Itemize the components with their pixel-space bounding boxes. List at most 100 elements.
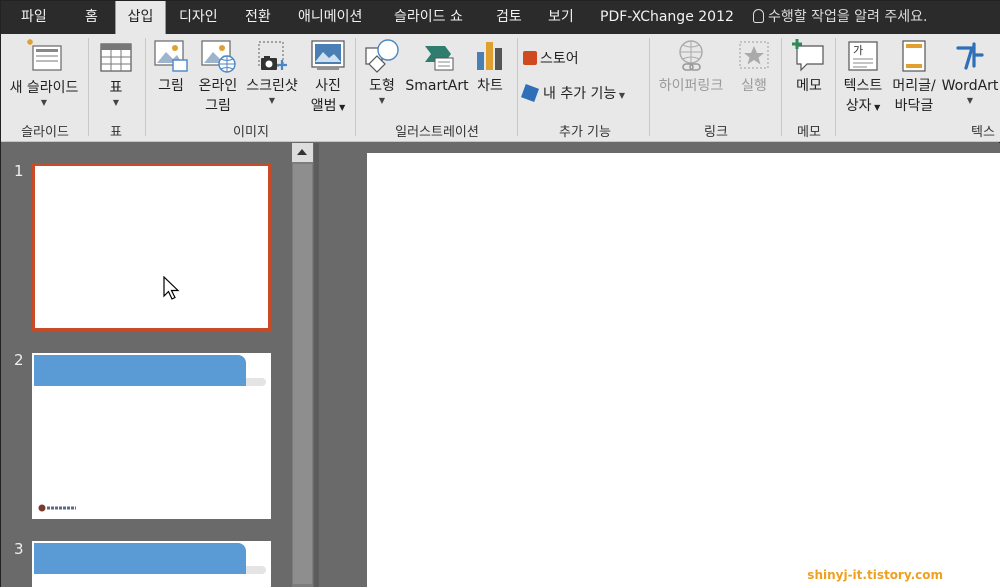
group-label-comments: 메모 [797, 125, 821, 140]
picture-button[interactable]: 그림 [151, 38, 191, 96]
online-picture-label-line2: 그림 [205, 98, 231, 114]
tab-animations[interactable]: 애니메이션 [298, 1, 362, 34]
group-label-table: 표 [110, 125, 122, 140]
slide-title-shadow [244, 566, 266, 574]
group-divider [145, 38, 146, 136]
screenshot-label: 스크린샷 [246, 78, 298, 94]
tab-insert[interactable]: 삽입 [115, 1, 166, 34]
online-picture-button[interactable]: 온라인 그림 [194, 38, 242, 116]
comment-label: 메모 [796, 78, 822, 94]
group-label-images: 이미지 [233, 125, 269, 140]
photo-album-icon [311, 40, 345, 70]
mouse-cursor-icon [163, 276, 180, 300]
screenshot-button[interactable]: 스크린샷 ▼ [242, 38, 302, 106]
shapes-icon [365, 39, 399, 73]
chevron-down-icon: ▼ [378, 96, 386, 105]
chevron-down-icon: ▼ [966, 96, 974, 105]
picture-label: 그림 [158, 78, 184, 94]
smartart-label: SmartArt [405, 78, 469, 94]
comment-icon [792, 39, 824, 72]
chevron-down-icon: ▼ [112, 98, 120, 107]
screenshot-icon [258, 41, 287, 70]
header-footer-label-line1: 머리글/ [892, 78, 936, 94]
online-picture-icon [201, 40, 236, 73]
smartart-icon [425, 46, 454, 71]
watermark-text: shinyj-it.tistory.com [807, 568, 943, 582]
current-slide[interactable] [367, 153, 1000, 587]
tell-me-box[interactable]: 수행할 작업을 알려 주세요. [753, 1, 927, 34]
group-label-links: 링크 [704, 125, 728, 140]
header-footer-label-line2: 바닥글 [894, 98, 934, 114]
slide-number: 1 [14, 162, 24, 180]
store-icon [523, 51, 537, 65]
group-divider [835, 38, 836, 136]
photo-album-button[interactable]: 사진 앨범 ▼ [305, 38, 351, 118]
textbox-label-line1: 텍스트 [843, 78, 883, 94]
picture-icon [154, 40, 188, 72]
table-icon [100, 43, 132, 72]
group-label-text: 텍스 [971, 125, 995, 140]
shapes-label: 도형 [369, 78, 395, 94]
textbox-button[interactable]: 가 텍스트 상자 ▼ [839, 38, 887, 118]
store-button[interactable]: 스토어 [523, 48, 595, 68]
group-divider [517, 38, 518, 136]
smartart-button[interactable]: SmartArt [405, 38, 469, 96]
comment-button[interactable]: 메모 [787, 38, 831, 96]
tab-file[interactable]: 파일 [21, 1, 47, 34]
table-button[interactable]: 표 ▼ [94, 38, 138, 108]
tab-slideshow[interactable]: 슬라이드 쇼 [394, 1, 463, 34]
chart-label: 차트 [477, 78, 503, 94]
header-footer-button[interactable]: 머리글/ 바닥글 [887, 38, 941, 116]
slide-number: 2 [14, 351, 24, 369]
slide-title-shadow [244, 378, 266, 386]
tab-transitions[interactable]: 전환 [245, 1, 271, 34]
new-slide-button[interactable]: 새 슬라이드 ▼ [5, 38, 83, 108]
globe-link-icon [679, 40, 703, 71]
slide-title-bar [34, 543, 246, 574]
photo-album-label-line1: 사진 [315, 78, 341, 94]
textbox-label-line2: 상자 ▼ [845, 98, 881, 114]
chevron-down-icon: ▼ [268, 96, 276, 105]
hyperlink-label: 하이퍼링크 [658, 78, 724, 94]
tab-home[interactable]: 홈 [85, 1, 98, 34]
addins-icon [521, 84, 539, 102]
tell-me-text: 수행할 작업을 알려 주세요. [768, 9, 928, 25]
group-divider [649, 38, 650, 136]
textbox-icon: 가 [848, 41, 878, 71]
new-slide-icon [27, 39, 62, 71]
slide-thumbnail-1[interactable] [32, 163, 271, 331]
scroll-up-button[interactable] [292, 143, 313, 162]
group-divider [88, 38, 89, 136]
wordart-label: WordArt [941, 78, 999, 94]
slide-thumbnail-3[interactable] [32, 541, 271, 587]
shapes-button[interactable]: 도형 ▼ [361, 38, 403, 106]
slide-title-bar [34, 355, 246, 386]
wordart-icon [956, 42, 984, 70]
slide-thumbnail-pane: 1 2 3 [1, 143, 314, 587]
chevron-down-icon: ▼ [40, 98, 48, 107]
lightbulb-icon [753, 9, 764, 23]
chart-icon [477, 42, 502, 70]
group-label-slides: 슬라이드 [21, 125, 69, 140]
my-addins-button[interactable]: 내 추가 기능 ▼ [521, 83, 647, 103]
action-button[interactable]: 실행 [733, 38, 775, 96]
slide-thumbnail-2[interactable] [32, 353, 271, 519]
thumbnail-scrollbar[interactable] [292, 143, 313, 587]
chart-button[interactable]: 차트 [471, 38, 509, 96]
hyperlink-button[interactable]: 하이퍼링크 [653, 38, 729, 96]
action-star-icon [739, 41, 769, 69]
tab-view[interactable]: 보기 [548, 1, 574, 34]
scroll-thumb[interactable] [293, 164, 312, 584]
tab-review[interactable]: 검토 [496, 1, 522, 34]
slide-editing-canvas [319, 143, 1000, 587]
group-label-addins: 추가 기능 [559, 125, 611, 140]
table-label: 표 [109, 80, 123, 96]
footer-logo-icon [38, 504, 76, 512]
new-slide-label: 새 슬라이드 [9, 80, 79, 96]
action-label: 실행 [741, 78, 767, 94]
wordart-button[interactable]: WordArt ▼ [941, 38, 999, 106]
group-label-illustrations: 일러스트레이션 [395, 125, 479, 140]
tab-pdf-xchange[interactable]: PDF-XChange 2012 [600, 1, 734, 34]
tab-design[interactable]: 디자인 [179, 1, 218, 34]
slide-number: 3 [14, 540, 24, 558]
